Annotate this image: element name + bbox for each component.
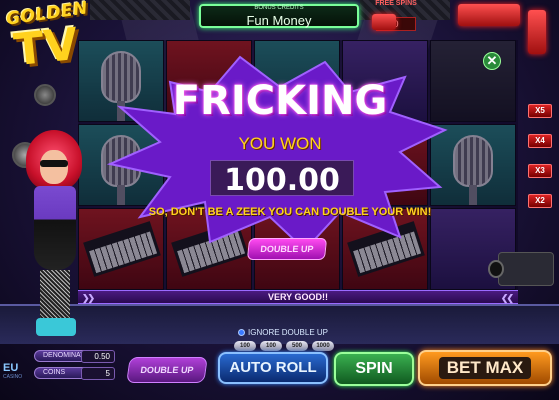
- arrow-right-icon: ❮❮: [500, 293, 514, 303]
- bet-max-label: BET MAX: [438, 357, 532, 379]
- character-face: [40, 150, 68, 184]
- bet-chip[interactable]: 100: [260, 341, 282, 351]
- multiplier-badge: X3: [528, 164, 552, 178]
- camera-lens-icon: [488, 260, 504, 278]
- spotlight-icon: [34, 84, 56, 106]
- arrow-left-icon: ❯❯: [82, 293, 95, 303]
- radio-icon[interactable]: [238, 329, 245, 336]
- win-amount-box: 100.00: [210, 160, 354, 198]
- coins-control[interactable]: COINS 5: [34, 367, 115, 380]
- stage-red-light: [528, 10, 546, 54]
- status-bar: ❯❯ VERY GOOD!! ❮❮: [78, 290, 518, 304]
- denomination-control[interactable]: DENOMINATION 0.50: [34, 350, 115, 363]
- double-up-button[interactable]: DOUBLE UP: [126, 357, 208, 383]
- multiplier-badge: X4: [528, 134, 552, 148]
- status-text: VERY GOOD!!: [267, 292, 328, 302]
- game-stage: GOLDEN TV BONUS CREDITS Fun Money FREE S…: [0, 0, 559, 400]
- provider-logo: EU: [3, 362, 19, 374]
- stage-red-light: [458, 4, 520, 26]
- lighting-truss: [90, 0, 190, 20]
- credits-label: BONUS CREDITS: [254, 5, 304, 11]
- win-hint: SO, DON'T BE A ZEEK YOU CAN DOUBLE YOUR …: [148, 206, 432, 218]
- close-icon[interactable]: ✕: [483, 52, 501, 70]
- character-body: [34, 186, 76, 270]
- multiplier-badge: X5: [528, 104, 552, 118]
- ignore-double-up-option[interactable]: IGNORE DOUBLE UP: [238, 328, 328, 337]
- double-up-popup-button[interactable]: DOUBLE UP: [246, 238, 328, 260]
- bet-chip[interactable]: 100: [234, 341, 256, 351]
- win-title: FRICKING: [172, 78, 388, 124]
- character-sunglasses: [40, 160, 68, 167]
- win-subtitle: YOU WON: [238, 134, 322, 153]
- free-spins-label: FREE SPINS: [375, 0, 417, 7]
- provider-logo-sub: CASINO: [3, 374, 23, 380]
- stage-red-light: [372, 14, 396, 30]
- game-logo-tv: TV: [11, 18, 81, 77]
- stage-floor: [0, 304, 559, 344]
- spin-button[interactable]: SPIN: [334, 352, 414, 386]
- bet-chip[interactable]: 1000: [312, 341, 334, 351]
- tv-camera: [498, 252, 554, 286]
- coins-value[interactable]: 5: [81, 367, 115, 380]
- multiplier-badge: X2: [528, 194, 552, 208]
- ignore-double-up-label: IGNORE DOUBLE UP: [248, 328, 329, 337]
- credits-display: BONUS CREDITS Fun Money: [199, 4, 359, 28]
- denomination-value[interactable]: 0.50: [81, 350, 115, 363]
- win-amount: 100.00: [224, 163, 340, 198]
- bet-chip[interactable]: 500: [286, 341, 308, 351]
- bet-max-button[interactable]: BET MAX: [418, 350, 552, 386]
- auto-roll-button[interactable]: AUTO ROLL: [218, 352, 328, 384]
- coins-label: COINS: [43, 369, 66, 376]
- credits-value: Fun Money: [246, 13, 312, 28]
- character-boots: [36, 318, 76, 336]
